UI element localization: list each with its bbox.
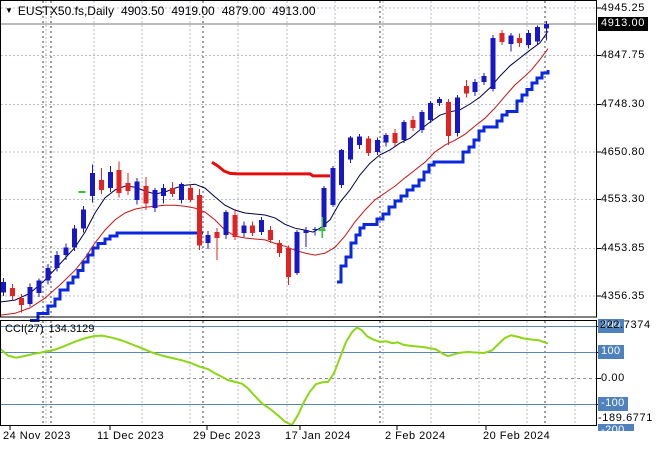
price-axis-label: 4553.30: [601, 193, 645, 206]
price-axis-label: 4748.30: [601, 98, 645, 111]
candle-body: [37, 281, 42, 294]
candle-body: [295, 232, 300, 273]
candle-body: [410, 120, 415, 128]
symbol-quote-header: ▼ EUSTX50.fs,Daily 4903.50 4919.00 4879.00 49…: [5, 4, 316, 18]
candle-body: [277, 243, 282, 253]
candle-body: [286, 248, 291, 277]
quote-low: 4879.00: [222, 4, 265, 18]
candle-body: [161, 188, 166, 196]
candle-body: [224, 212, 229, 235]
candle-body: [330, 168, 335, 205]
candle-body: [90, 173, 95, 196]
price-axis-label: 4356.35: [601, 290, 645, 303]
candle-body: [384, 135, 389, 143]
candle-body: [526, 33, 531, 45]
cci-indicator-line: [0, 328, 548, 426]
candle-body: [99, 180, 104, 190]
candle-body: [464, 86, 469, 94]
candle-body: [54, 255, 59, 268]
candle-body: [179, 184, 184, 200]
candle-body: [508, 36, 513, 44]
price-axis-label: 4847.75: [601, 49, 645, 62]
candle-body: [117, 170, 122, 193]
price-axis-label: 4453.85: [601, 242, 645, 255]
price-axis-label: 4650.80: [601, 146, 645, 159]
candle-body: [232, 215, 237, 237]
candle-body: [473, 82, 478, 92]
candle-body: [357, 137, 362, 145]
current-price-badge: 4913.00: [598, 17, 648, 31]
candle-body: [428, 103, 433, 120]
candle-body: [304, 230, 309, 233]
candle-body: [170, 188, 175, 194]
candle-body: [517, 38, 522, 43]
candle-body: [152, 190, 157, 208]
cci-max-label: 222.7374: [600, 319, 651, 332]
cci-level-badge: -100: [598, 397, 628, 411]
candle-body: [268, 230, 273, 240]
indicator-label: CCI(27) 134.3129: [5, 323, 94, 335]
cci-zero-label: 0.00: [601, 372, 625, 385]
candle-body: [126, 183, 131, 191]
quote-close: 4913.00: [272, 4, 315, 18]
candle-body: [215, 232, 220, 238]
candle-body: [348, 138, 353, 160]
candle-body: [197, 195, 202, 245]
candle-body: [544, 24, 549, 29]
time-axis-label: 2 Feb 2024: [385, 430, 446, 443]
candle-body: [10, 288, 15, 296]
time-axis-label: 17 Jan 2024: [285, 430, 351, 443]
chart-dropdown-icon[interactable]: ▼: [5, 6, 13, 15]
price-axis-label: 4945.25: [601, 2, 645, 15]
candle-body: [339, 150, 344, 185]
candle-body: [482, 76, 487, 82]
cci-level-badge-clipped: -200: [598, 424, 634, 431]
candle-body: [250, 225, 255, 233]
candle-body: [81, 210, 86, 229]
time-axis-label: 24 Nov 2023: [3, 430, 71, 443]
candle-body: [375, 140, 380, 152]
cci-level-badge: 100: [598, 345, 624, 359]
time-axis-label: 11 Dec 2023: [97, 430, 164, 443]
quote-high: 4919.00: [171, 4, 214, 18]
candle-body: [446, 102, 451, 136]
indicator-name: CCI(27): [5, 323, 44, 335]
candle-body: [499, 33, 504, 42]
candle-body: [72, 229, 77, 248]
candle-body: [28, 287, 33, 304]
candle-body: [135, 182, 140, 200]
trailing-stop-blue-line: [30, 233, 203, 321]
trading-chart-window: ▼ EUSTX50.fs,Daily 4903.50 4919.00 4879.00 49…: [0, 0, 660, 450]
symbol-timeframe-label: EUSTX50.fs,Daily: [18, 4, 114, 18]
time-axis-label: 29 Dec 2023: [193, 430, 261, 443]
candle-body: [1, 282, 6, 292]
candle-body: [366, 139, 371, 153]
candle-body: [393, 133, 398, 143]
candle-body: [313, 229, 318, 230]
quote-open: 4903.50: [121, 4, 164, 18]
candle-body: [19, 298, 24, 305]
candle-body: [437, 99, 442, 103]
candle-body: [402, 122, 407, 140]
time-axis-label: 20 Feb 2024: [483, 430, 550, 443]
chart-canvas[interactable]: [0, 0, 660, 450]
cci-level-badge: -200: [598, 424, 634, 431]
candle-body: [108, 172, 113, 188]
candle-body: [46, 268, 51, 281]
trailing-stop-blue-line: [337, 70, 548, 282]
indicator-value: 134.3129: [49, 323, 95, 335]
candle-body: [63, 247, 68, 255]
candle-body: [188, 188, 193, 200]
candle-body: [143, 186, 148, 203]
trailing-stop-red-line: [212, 162, 330, 176]
candle-body: [535, 27, 540, 41]
candle-body: [419, 112, 424, 130]
candle-body: [206, 235, 211, 243]
candle-body: [455, 98, 460, 133]
cci-min-label: -189.6771: [598, 412, 653, 425]
candle-body: [491, 38, 496, 89]
candle-body: [241, 225, 246, 233]
candle-body: [259, 220, 264, 232]
